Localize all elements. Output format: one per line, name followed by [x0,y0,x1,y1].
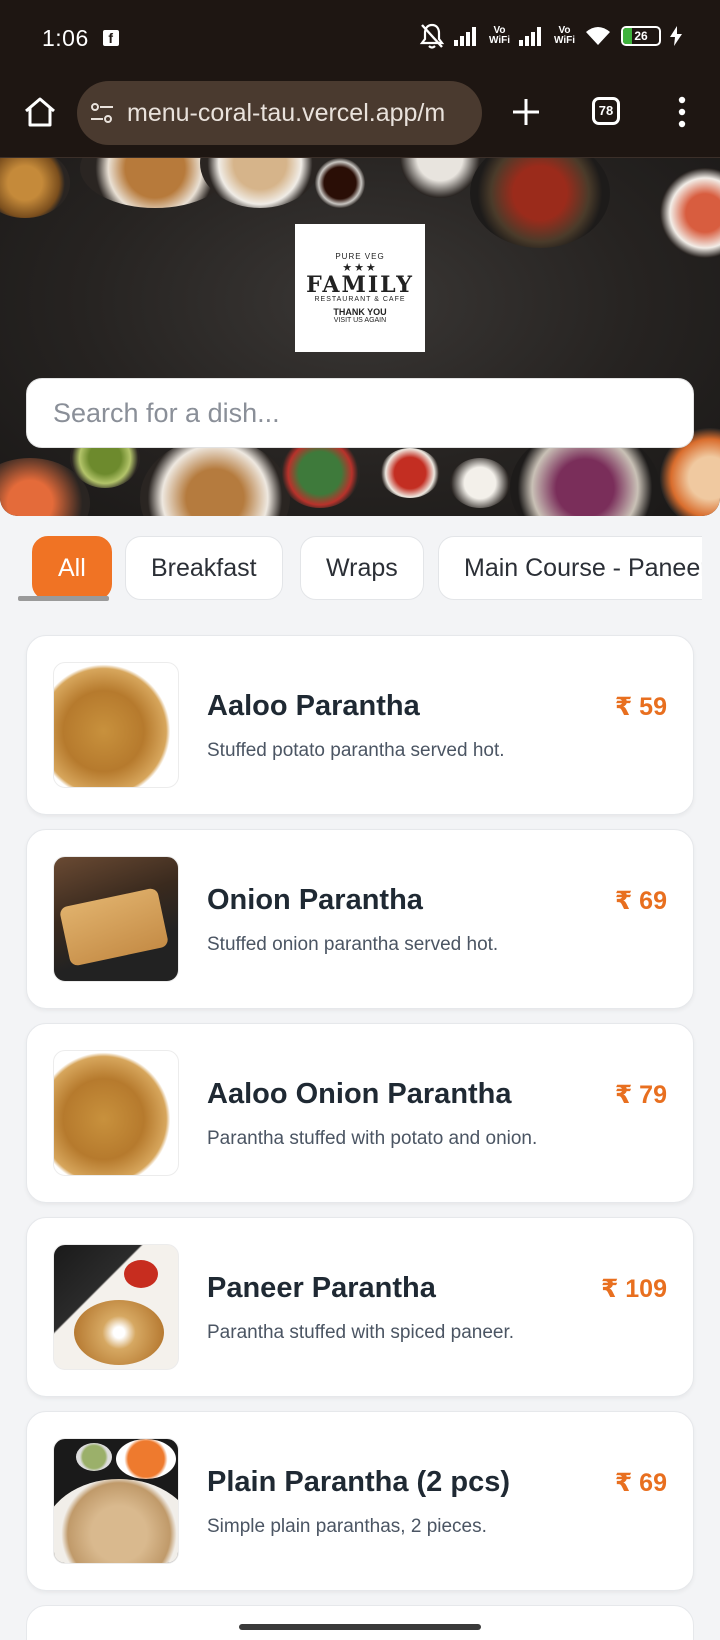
tabs-scroll-indicator [18,596,109,601]
food-plate-decoration [140,438,290,516]
logo-thanks: THANK YOU [333,307,387,317]
dish-description: Stuffed potato parantha served hot. [207,740,505,761]
dish-card[interactable]: Aaloo Onion Parantha Parantha stuffed wi… [26,1023,694,1203]
dish-name: Aaloo Parantha [207,690,420,722]
dish-card[interactable] [26,1605,694,1640]
muted-bell-icon [419,23,445,49]
tab-all[interactable]: All [32,536,112,600]
url-text: menu-coral-tau.vercel.app/m [127,98,446,127]
dish-name: Plain Parantha (2 pcs) [207,1466,510,1498]
dish-description: Parantha stuffed with spiced paneer. [207,1322,515,1343]
dish-image [53,1244,179,1370]
restaurant-logo: PURE VEG ★★★ FAMILY RESTAURANT & CAFE TH… [295,224,425,352]
food-plate-decoration [660,168,720,258]
food-plate-decoration [315,158,365,208]
logo-top-text: PURE VEG [335,252,385,261]
food-plate-decoration [0,158,70,218]
dish-card[interactable]: Onion Parantha Stuffed onion parantha se… [26,829,694,1009]
food-plate-decoration [470,158,610,248]
browser-toolbar: menu-coral-tau.vercel.app/m 78 [0,76,720,158]
tab-breakfast[interactable]: Breakfast [125,536,283,600]
tab-switcher-button[interactable]: 78 [592,97,620,125]
food-plate-decoration [280,438,360,508]
gesture-home-indicator[interactable] [239,1624,481,1630]
site-settings-icon[interactable] [89,101,115,125]
dish-price: ₹ 59 [614,693,667,721]
more-options-icon[interactable] [672,94,692,130]
dish-name: Paneer Parantha [207,1272,436,1304]
food-plate-decoration [200,158,320,208]
logo-visit: VISIT US AGAIN [333,317,387,324]
status-time: 1:06 [42,24,89,51]
charging-bolt-icon [670,26,682,46]
logo-subtitle: RESTAURANT & CAFE [314,296,406,303]
address-bar[interactable]: menu-coral-tau.vercel.app/m [77,81,482,145]
signal-icon [518,27,541,46]
food-plate-decoration [450,458,510,508]
status-icons: Vo WiFi Vo WiFi 26 [419,22,682,50]
status-bar: 1:06 f Vo WiFi Vo WiFi 26 [0,0,720,76]
vowifi-label: Vo WiFi [488,25,510,46]
battery-level: 26 [634,29,648,43]
dish-description: Simple plain paranthas, 2 pieces. [207,1516,487,1537]
dish-card[interactable]: Paneer Parantha Parantha stuffed with sp… [26,1217,694,1397]
food-plate-decoration [400,158,480,198]
signal-icon [453,27,476,46]
dish-image [53,1050,179,1176]
dish-name: Aaloo Onion Parantha [207,1078,512,1110]
battery-icon: 26 [621,26,661,46]
dish-image [53,856,179,982]
dish-image [53,1438,179,1564]
dish-price: ₹ 79 [614,1081,667,1109]
facebook-notification-icon: f [102,30,119,46]
new-tab-icon[interactable] [508,94,544,130]
dish-description: Parantha stuffed with potato and onion. [207,1128,538,1149]
dish-description: Stuffed onion parantha served hot. [207,934,499,955]
dish-name: Onion Parantha [207,884,423,916]
home-icon[interactable] [22,94,58,130]
dish-price: ₹ 69 [614,887,667,915]
food-plate-decoration [380,448,440,498]
dish-card[interactable]: Aaloo Parantha Stuffed potato parantha s… [26,635,694,815]
tab-wraps[interactable]: Wraps [300,536,424,600]
dish-image [53,662,179,788]
wifi-icon [586,27,610,45]
tab-main-course-paneer[interactable]: Main Course - Paneer [438,536,702,600]
search-input[interactable] [26,378,694,448]
vowifi-label: Vo WiFi [553,25,575,46]
battery-fill [623,28,633,44]
dish-card[interactable]: Plain Parantha (2 pcs) Simple plain para… [26,1411,694,1591]
dish-price: ₹ 69 [614,1469,667,1497]
dish-price: ₹ 109 [600,1275,667,1303]
logo-name: FAMILY [306,272,414,298]
hero-banner: PURE VEG ★★★ FAMILY RESTAURANT & CAFE TH… [0,158,720,516]
